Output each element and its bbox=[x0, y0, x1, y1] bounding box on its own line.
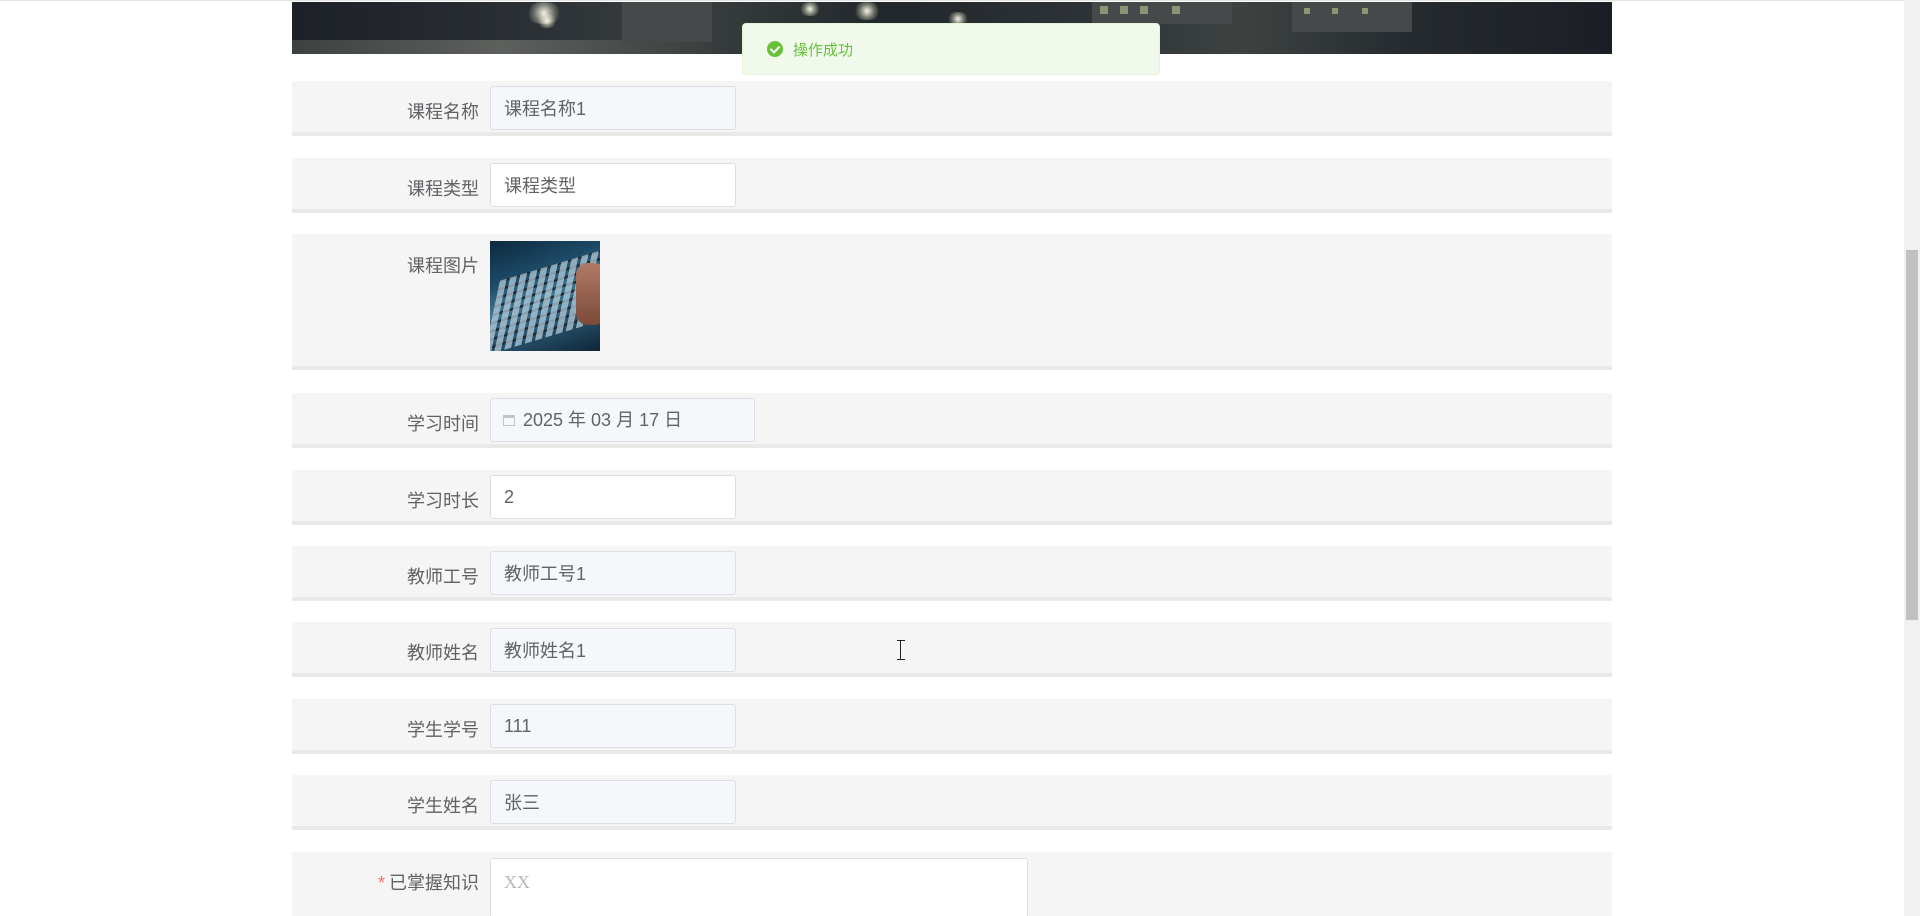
form-row-student-id: 学生学号 bbox=[292, 699, 1612, 754]
study-duration-label: 学习时长 bbox=[407, 491, 479, 511]
calendar-icon bbox=[503, 414, 515, 426]
check-circle-icon bbox=[767, 41, 783, 57]
form-row-course-type: 课程类型 bbox=[292, 158, 1612, 213]
student-name-input[interactable] bbox=[490, 780, 736, 824]
form-row-study-time: 学习时间 2025 年 03 月 17 日 bbox=[292, 393, 1612, 448]
banner-road bbox=[292, 40, 712, 54]
knowledge-label: * 已掌握知识 bbox=[292, 869, 479, 895]
success-toast: 操作成功 bbox=[742, 23, 1160, 75]
banner-light bbox=[852, 2, 882, 20]
study-duration-input[interactable] bbox=[490, 475, 736, 519]
teacher-name-label: 教师姓名 bbox=[407, 643, 479, 663]
study-time-value: 2025 年 03 月 17 日 bbox=[523, 410, 683, 430]
course-image-thumbnail[interactable] bbox=[490, 241, 600, 351]
hand-shape bbox=[576, 263, 600, 325]
student-name-label: 学生姓名 bbox=[407, 796, 479, 816]
banner-window bbox=[1362, 8, 1368, 14]
scrollbar-track[interactable] bbox=[1904, 0, 1920, 916]
course-type-label: 课程类型 bbox=[407, 179, 479, 199]
teacher-id-input[interactable] bbox=[490, 551, 736, 595]
form-row-teacher-name: 教师姓名 bbox=[292, 622, 1612, 677]
form-row-study-duration: 学习时长 bbox=[292, 470, 1612, 525]
banner-light bbox=[536, 14, 558, 28]
scrollbar-thumb[interactable] bbox=[1906, 250, 1918, 620]
banner-window bbox=[1140, 6, 1148, 14]
banner-building bbox=[622, 2, 712, 42]
teacher-id-label: 教师工号 bbox=[407, 567, 479, 587]
knowledge-textarea[interactable]: XX bbox=[490, 858, 1028, 916]
form-row-course-name: 课程名称 bbox=[292, 81, 1612, 136]
study-time-date-picker[interactable]: 2025 年 03 月 17 日 bbox=[490, 398, 755, 442]
form-row-teacher-id: 教师工号 bbox=[292, 546, 1612, 601]
course-type-input[interactable] bbox=[490, 163, 736, 207]
teacher-name-input[interactable] bbox=[490, 628, 736, 672]
banner-window bbox=[1100, 6, 1108, 14]
form-row-knowledge: * 已掌握知识 XX bbox=[292, 852, 1612, 916]
form-row-course-image: 课程图片 bbox=[292, 234, 1612, 370]
toast-message: 操作成功 bbox=[793, 41, 854, 59]
banner-window bbox=[1120, 6, 1128, 14]
text-cursor-icon bbox=[897, 640, 905, 660]
banner-window bbox=[1304, 8, 1310, 14]
viewport: 操作成功 课程名称 课程类型 课程图片 学习时间 2025 年 03 月 17 … bbox=[0, 0, 1920, 916]
student-id-label: 学生学号 bbox=[407, 720, 479, 740]
form-row-student-name: 学生姓名 bbox=[292, 775, 1612, 830]
banner-light bbox=[798, 2, 822, 16]
course-image-label: 课程图片 bbox=[407, 256, 479, 276]
course-name-input[interactable] bbox=[490, 86, 736, 130]
banner-building bbox=[1092, 2, 1232, 24]
banner-window bbox=[1172, 6, 1180, 14]
course-name-label: 课程名称 bbox=[407, 102, 479, 122]
required-mark: * bbox=[377, 873, 385, 893]
banner-window bbox=[1332, 8, 1338, 14]
top-divider bbox=[0, 0, 1904, 1]
study-time-label: 学习时间 bbox=[407, 414, 479, 434]
banner-building bbox=[1292, 2, 1412, 32]
student-id-input[interactable] bbox=[490, 704, 736, 748]
knowledge-label-text: 已掌握知识 bbox=[389, 873, 479, 893]
